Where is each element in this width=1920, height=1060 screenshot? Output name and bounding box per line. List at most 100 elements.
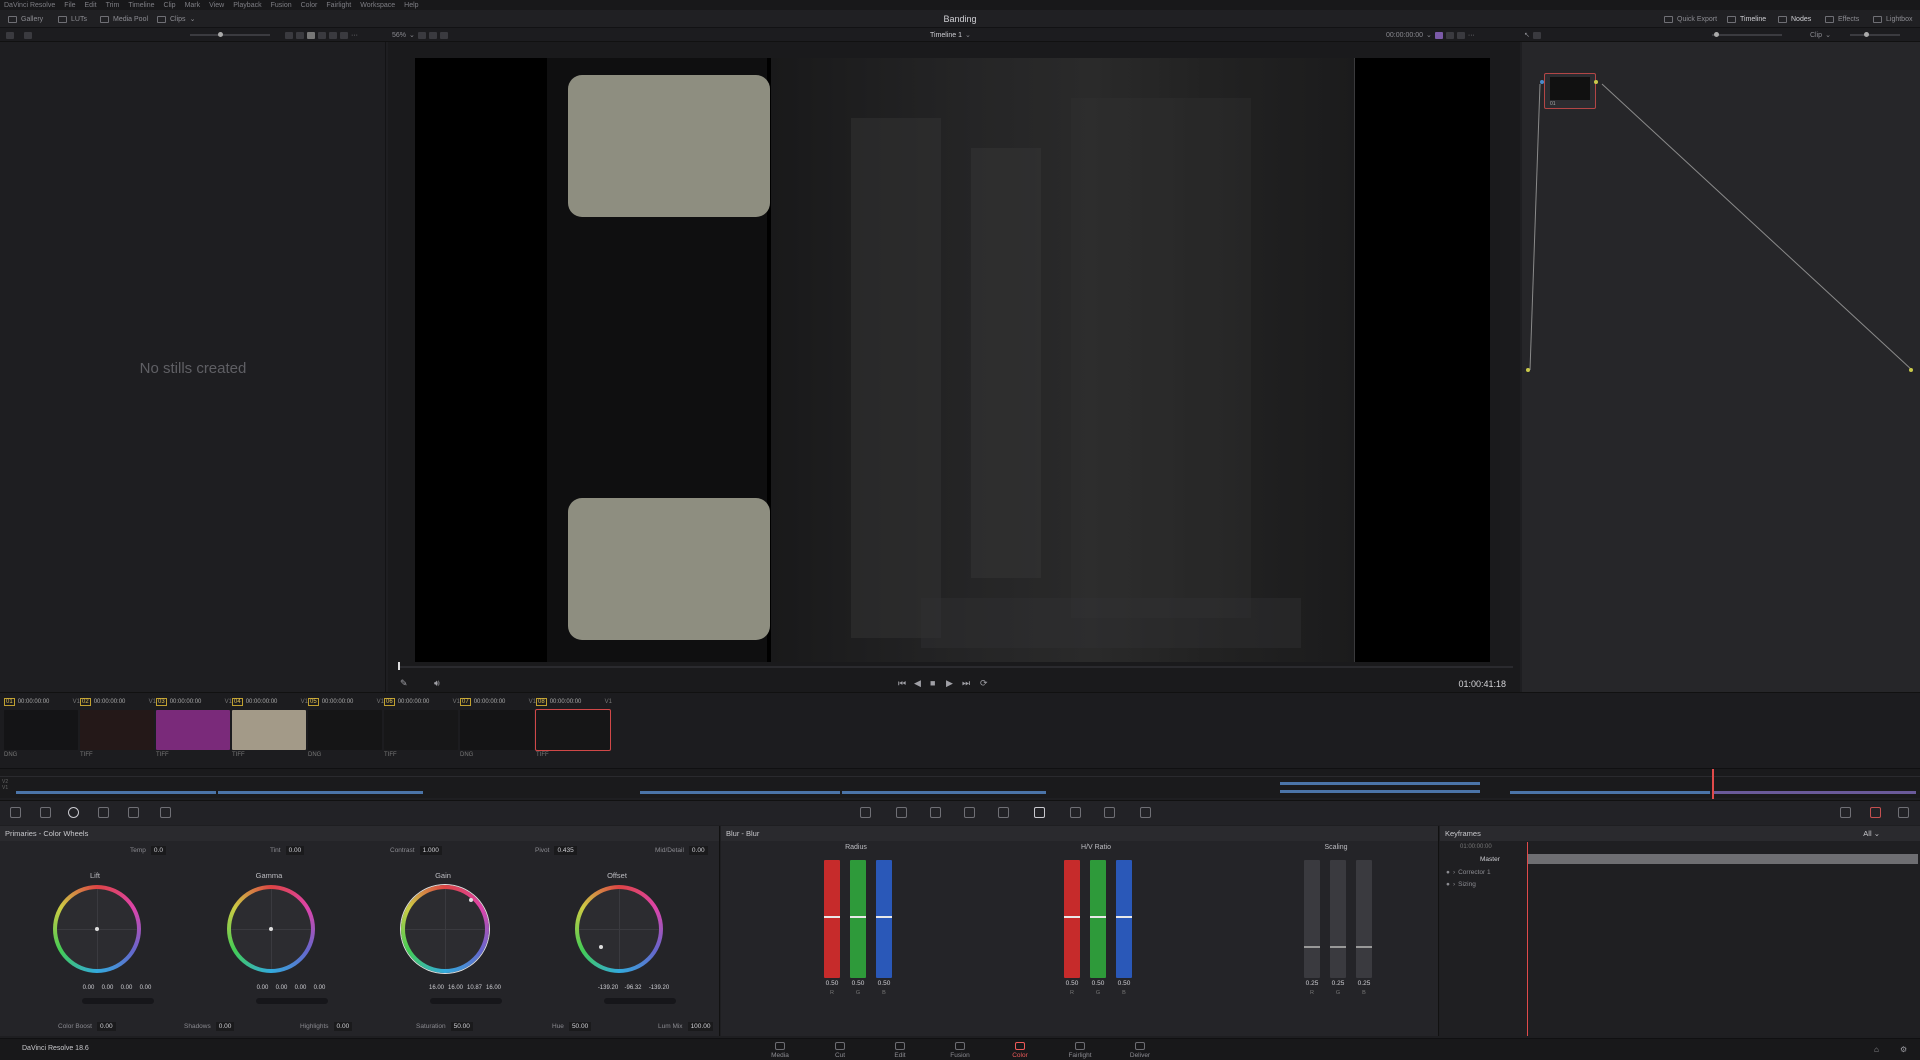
zoom-dropdown[interactable]: 56% ⌄ xyxy=(392,30,448,40)
motion-effects-icon[interactable] xyxy=(128,807,139,818)
timeline-dropdown[interactable]: Timeline 1 ⌄ xyxy=(930,30,971,40)
color-match-icon[interactable] xyxy=(40,807,51,818)
offset-values[interactable]: -139.20 -96.32 -139.20 xyxy=(596,985,675,991)
offset-puck[interactable] xyxy=(599,944,604,949)
offset-master-wheel[interactable] xyxy=(604,998,676,1004)
tracker-icon[interactable] xyxy=(998,807,1009,818)
gamma-master-wheel[interactable] xyxy=(256,998,328,1004)
saturation-field[interactable]: Saturation 50.00 xyxy=(416,1022,473,1031)
window-icon[interactable] xyxy=(964,807,975,818)
scaling-red-slider[interactable] xyxy=(1304,860,1320,978)
page-cut[interactable]: Cut xyxy=(820,1042,860,1059)
clip-thumbnail[interactable]: 05 00:00:00:00 V1 DNG xyxy=(308,697,384,763)
gain-color-ring[interactable] xyxy=(401,885,489,973)
stop-icon[interactable]: ■ xyxy=(930,678,935,688)
sidebar-toggle-icon[interactable] xyxy=(6,30,14,40)
gain-master-wheel[interactable] xyxy=(430,998,502,1004)
mini-playhead[interactable] xyxy=(1712,769,1714,799)
tab-media-pool[interactable]: Media Pool xyxy=(100,13,148,25)
viewer-timecode-dropdown[interactable]: 00:00:00:00 ⌄ ··· xyxy=(1386,30,1475,40)
radius-blue-value[interactable]: 0.50 xyxy=(874,980,894,987)
key-icon[interactable] xyxy=(1070,807,1081,818)
source-input[interactable] xyxy=(1526,368,1530,372)
viewer-scrubber[interactable] xyxy=(398,662,1513,670)
color-boost-value[interactable]: 0.00 xyxy=(96,1022,116,1031)
keyframe-row-master[interactable]: Master xyxy=(1440,853,1526,865)
keyframe-row-corrector[interactable]: ● › Corrector 1 xyxy=(1440,866,1526,878)
radius-red-slider[interactable] xyxy=(824,860,840,978)
clip-thumbnail[interactable]: 03 00:00:00:00 V1 TIFF xyxy=(156,697,232,763)
hv-green-slider[interactable] xyxy=(1090,860,1106,978)
hdr-icon[interactable] xyxy=(160,807,171,818)
menu-view[interactable]: View xyxy=(209,2,224,9)
menu-fusion[interactable]: Fusion xyxy=(271,2,292,9)
menu-file[interactable]: File xyxy=(64,2,75,9)
page-media[interactable]: Media xyxy=(760,1042,800,1059)
saturation-value[interactable]: 50.00 xyxy=(450,1022,473,1031)
color-wheels-icon[interactable] xyxy=(68,807,79,818)
gear-icon[interactable]: ⚙ xyxy=(1900,1045,1907,1054)
node-graph-slider[interactable] xyxy=(1712,30,1782,40)
play-icon[interactable]: ▶ xyxy=(946,678,953,689)
eyedropper-icon[interactable]: ✎ xyxy=(400,678,408,689)
clip-thumbnail[interactable]: 07 00:00:00:00 V1 DNG xyxy=(460,697,536,763)
curves-icon[interactable] xyxy=(860,807,871,818)
offset-color-ring[interactable] xyxy=(575,885,663,973)
mid-detail-field[interactable]: Mid/Detail 0.00 xyxy=(655,846,708,855)
page-edit[interactable]: Edit xyxy=(880,1042,920,1059)
menu-fairlight[interactable]: Fairlight xyxy=(326,2,351,9)
blur-icon[interactable] xyxy=(1034,807,1045,818)
settings-icon[interactable] xyxy=(1898,807,1909,818)
keyframe-playhead[interactable] xyxy=(1527,842,1528,1036)
contrast-value[interactable]: 1.000 xyxy=(419,846,442,855)
skip-back-icon[interactable]: ⏮︎ xyxy=(898,678,906,689)
sizing-icon[interactable] xyxy=(1104,807,1115,818)
info-icon[interactable] xyxy=(1870,807,1881,818)
gallery-view-icons[interactable]: ··· xyxy=(285,30,358,40)
hv-blue-value[interactable]: 0.50 xyxy=(1114,980,1134,987)
scaling-green-slider[interactable] xyxy=(1330,860,1346,978)
clip-thumbnail[interactable]: 01 00:00:00:00 V1 DNG xyxy=(4,697,80,763)
clip-thumbnail[interactable]: 08 00:00:00:00 V1 TIFF xyxy=(535,697,612,763)
gain-puck[interactable] xyxy=(469,898,474,903)
scaling-red-value[interactable]: 0.25 xyxy=(1302,980,1322,987)
mode-dropdown[interactable]: Clip ⌄ xyxy=(1810,30,1831,40)
lift-wheel[interactable]: Lift 0.00 0.00 0.00 0.00 xyxy=(20,868,170,1008)
node-input-port[interactable] xyxy=(1540,80,1544,84)
tint-field[interactable]: Tint 0.00 xyxy=(270,846,305,855)
viewer-image[interactable] xyxy=(415,58,1490,662)
lift-color-ring[interactable] xyxy=(53,885,141,973)
tab-luts[interactable]: LUTs xyxy=(58,13,87,25)
skip-forward-icon[interactable]: ⏭︎ xyxy=(962,678,970,689)
temp-value[interactable]: 0.0 xyxy=(150,846,166,855)
clip-thumbnail[interactable]: 06 00:00:00:00 V1 TIFF xyxy=(384,697,460,763)
3d-icon[interactable] xyxy=(1140,807,1151,818)
clip-thumbnail[interactable]: 04 00:00:00:00 V1 TIFF xyxy=(232,697,308,763)
lum-mix-value[interactable]: 100.00 xyxy=(687,1022,714,1031)
menu-edit[interactable]: Edit xyxy=(85,2,97,9)
playhead[interactable] xyxy=(398,662,400,670)
scaling-blue-value[interactable]: 0.25 xyxy=(1354,980,1374,987)
pivot-field[interactable]: Pivot 0.435 xyxy=(535,846,577,855)
scaling-blue-slider[interactable] xyxy=(1356,860,1372,978)
tab-clips[interactable]: Clips ⌄ xyxy=(157,13,195,25)
qualifier-icon[interactable] xyxy=(930,807,941,818)
loop-icon[interactable]: ⟳ xyxy=(980,678,988,689)
color-boost-field[interactable]: Color Boost 0.00 xyxy=(58,1022,116,1031)
highlights-field[interactable]: Highlights 0.00 xyxy=(300,1022,353,1031)
hv-green-value[interactable]: 0.50 xyxy=(1088,980,1108,987)
temp-field[interactable]: Temp 0.0 xyxy=(130,846,166,855)
scopes-icon[interactable] xyxy=(1840,807,1851,818)
output-node[interactable] xyxy=(1909,368,1913,372)
rgb-mixer-icon[interactable] xyxy=(98,807,109,818)
menu-workspace[interactable]: Workspace xyxy=(360,2,395,9)
gamma-puck[interactable] xyxy=(269,927,273,931)
camera-raw-icon[interactable] xyxy=(10,807,21,818)
gamma-wheel[interactable]: Gamma 0.00 0.00 0.00 0.00 xyxy=(194,868,344,1008)
clip-thumbnail[interactable]: 02 00:00:00:00 V1 TIFF xyxy=(80,697,156,763)
gain-values[interactable]: 16.00 16.00 10.87 16.00 xyxy=(428,985,502,991)
tab-quick-export[interactable]: Quick Export xyxy=(1664,13,1717,25)
tab-gallery[interactable]: Gallery xyxy=(8,13,43,25)
lift-master-wheel[interactable] xyxy=(82,998,154,1004)
play-reverse-icon[interactable]: ◀ xyxy=(914,678,921,689)
